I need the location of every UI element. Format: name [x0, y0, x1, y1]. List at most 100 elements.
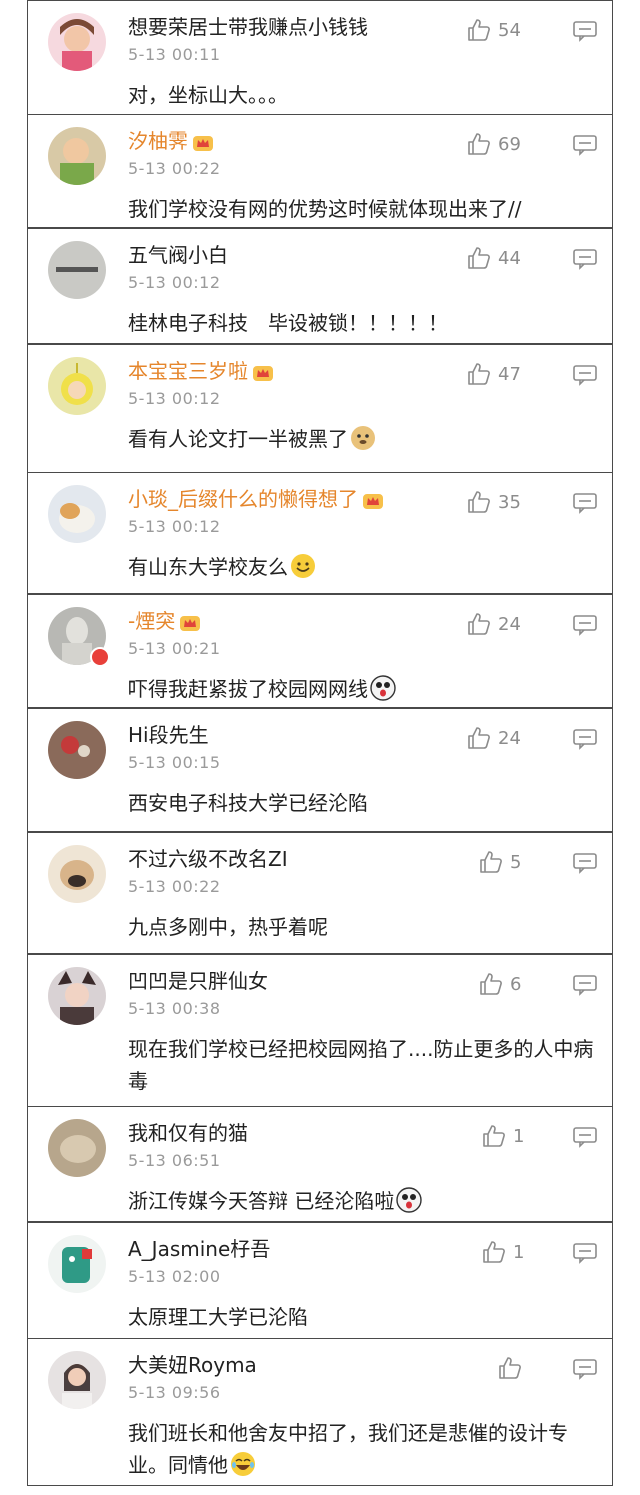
- like-button[interactable]: 1: [481, 1123, 524, 1149]
- like-count: 47: [498, 363, 521, 385]
- comment-username[interactable]: 小琰_后缀什么的懒得想了: [128, 485, 384, 513]
- like-button[interactable]: 35: [466, 489, 521, 515]
- username-text[interactable]: A_Jasmine杍吾: [128, 1237, 270, 1261]
- like-button[interactable]: 69: [466, 131, 521, 157]
- username-text[interactable]: 想要荣居士带我赚点小钱钱: [128, 15, 368, 39]
- comment-username[interactable]: 大美妞Royma: [128, 1351, 257, 1379]
- reply-button[interactable]: [572, 248, 598, 270]
- username-text[interactable]: 本宝宝三岁啦: [128, 359, 248, 383]
- comment-username[interactable]: -煙突: [128, 607, 201, 635]
- thumb-up-icon: [468, 247, 490, 269]
- like-button[interactable]: 44: [466, 245, 521, 271]
- flower-photo-avatar[interactable]: [48, 721, 106, 779]
- comment-reply-icon[interactable]: [572, 1126, 598, 1148]
- reply-button[interactable]: [572, 728, 598, 750]
- reply-button[interactable]: [572, 974, 598, 996]
- comment-username[interactable]: 五气阀小白: [128, 241, 228, 269]
- comment-timestamp: 5-13 00:12: [128, 517, 221, 536]
- cat-photo-avatar[interactable]: [48, 485, 106, 543]
- comment-reply-icon[interactable]: [572, 248, 598, 270]
- username-text[interactable]: -煙突: [128, 609, 175, 633]
- like-button[interactable]: 24: [466, 725, 521, 751]
- comment-reply-icon[interactable]: [572, 134, 598, 156]
- comment-username[interactable]: 汐柚霁: [128, 127, 214, 155]
- like-count: 5: [510, 851, 522, 873]
- girl-cat-ears-avatar[interactable]: [48, 967, 106, 1025]
- comment-text-content: 桂林电子科技 毕设被锁！！！！！: [128, 311, 448, 335]
- comment-timestamp: 5-13 06:51: [128, 1151, 221, 1170]
- shocked-emoji: [396, 1187, 423, 1213]
- comment-text: 桂林电子科技 毕设被锁！！！！！: [128, 307, 598, 339]
- woman-photo-avatar[interactable]: [48, 1351, 106, 1409]
- comment-reply-icon[interactable]: [572, 1242, 598, 1264]
- like-count: 44: [498, 247, 521, 269]
- shocked-emoji: [370, 675, 396, 701]
- baby-photo-avatar[interactable]: [48, 127, 106, 185]
- comment-username[interactable]: A_Jasmine杍吾: [128, 1235, 270, 1263]
- reply-button[interactable]: [572, 134, 598, 156]
- reply-button[interactable]: [572, 492, 598, 514]
- username-text[interactable]: Hi段先生: [128, 723, 209, 747]
- comment-timestamp: 5-13 00:21: [128, 639, 221, 658]
- comment-text: 我们学校没有网的优势这时候就体现出来了//: [128, 193, 598, 225]
- reply-button[interactable]: [572, 1358, 598, 1380]
- comment-username[interactable]: 我和仅有的猫: [128, 1119, 248, 1147]
- like-button[interactable]: 1: [481, 1239, 524, 1265]
- green-cartoon-avatar[interactable]: [48, 1235, 106, 1293]
- username-text[interactable]: 汐柚霁: [128, 129, 188, 153]
- comment-username[interactable]: 本宝宝三岁啦: [128, 357, 274, 385]
- pink-cartoon-avatar[interactable]: [48, 13, 106, 71]
- username-text[interactable]: 小琰_后缀什么的懒得想了: [128, 487, 358, 511]
- vip-crown-icon: [253, 365, 273, 381]
- like-button[interactable]: [497, 1355, 529, 1381]
- comment-text-content: 浙江传媒今天答辩 已经沦陷啦: [128, 1189, 395, 1213]
- laugh-cry-emoji: [231, 1452, 255, 1476]
- comment-item: 本宝宝三岁啦 5-13 00:12 看有人论文打一半被黑了 47: [27, 344, 613, 474]
- thumb-up-icon: [468, 133, 490, 155]
- reply-button[interactable]: [572, 852, 598, 874]
- comment-username[interactable]: 想要荣居士带我赚点小钱钱: [128, 13, 368, 41]
- comment-reply-icon[interactable]: [572, 852, 598, 874]
- comment-timestamp: 5-13 00:38: [128, 999, 221, 1018]
- username-text[interactable]: 大美妞Royma: [128, 1353, 257, 1377]
- comment-reply-icon[interactable]: [572, 614, 598, 636]
- comment-username[interactable]: 凹凹是只胖仙女: [128, 967, 268, 995]
- like-button[interactable]: 6: [478, 971, 521, 997]
- like-button[interactable]: 54: [466, 17, 521, 43]
- like-button[interactable]: 24: [466, 611, 521, 637]
- reply-button[interactable]: [572, 364, 598, 386]
- username-text[interactable]: 五气阀小白: [128, 243, 228, 267]
- comment-username[interactable]: 不过六级不改名ZI: [128, 845, 288, 873]
- reply-button[interactable]: [572, 1242, 598, 1264]
- thumb-up-icon: [483, 1241, 505, 1263]
- comment-text-content: 九点多刚中，热乎着呢: [128, 915, 328, 939]
- comment-timestamp: 5-13 02:00: [128, 1267, 221, 1286]
- reply-button[interactable]: [572, 614, 598, 636]
- like-count: 6: [510, 973, 522, 995]
- username-text[interactable]: 凹凹是只胖仙女: [128, 969, 268, 993]
- pug-avatar[interactable]: [48, 845, 106, 903]
- blurry-photo-avatar[interactable]: [48, 1119, 106, 1177]
- like-count: 1: [513, 1241, 525, 1263]
- teletubby-avatar[interactable]: [48, 357, 106, 415]
- reply-button[interactable]: [572, 1126, 598, 1148]
- comment-reply-icon[interactable]: [572, 492, 598, 514]
- comment-reply-icon[interactable]: [572, 20, 598, 42]
- username-text[interactable]: 不过六级不改名ZI: [128, 847, 288, 871]
- gray-text-avatar[interactable]: [48, 241, 106, 299]
- username-text[interactable]: 我和仅有的猫: [128, 1121, 248, 1145]
- like-count: 54: [498, 19, 521, 41]
- comment-text-content: 吓得我赶紧拔了校园网网线: [128, 677, 368, 701]
- like-button[interactable]: 5: [478, 849, 521, 875]
- reply-button[interactable]: [572, 20, 598, 42]
- comment-timestamp: 5-13 00:11: [128, 45, 221, 64]
- comment-reply-icon[interactable]: [572, 728, 598, 750]
- like-button[interactable]: 47: [466, 361, 521, 387]
- comment-username[interactable]: Hi段先生: [128, 721, 209, 749]
- verified-badge-icon: [90, 647, 110, 667]
- comment-reply-icon[interactable]: [572, 364, 598, 386]
- comment-reply-icon[interactable]: [572, 1358, 598, 1380]
- comment-reply-icon[interactable]: [572, 974, 598, 996]
- comment-item: 我和仅有的猫 5-13 06:51 浙江传媒今天答辩 已经沦陷啦 1: [27, 1106, 613, 1222]
- thumb-up-icon: [468, 727, 490, 749]
